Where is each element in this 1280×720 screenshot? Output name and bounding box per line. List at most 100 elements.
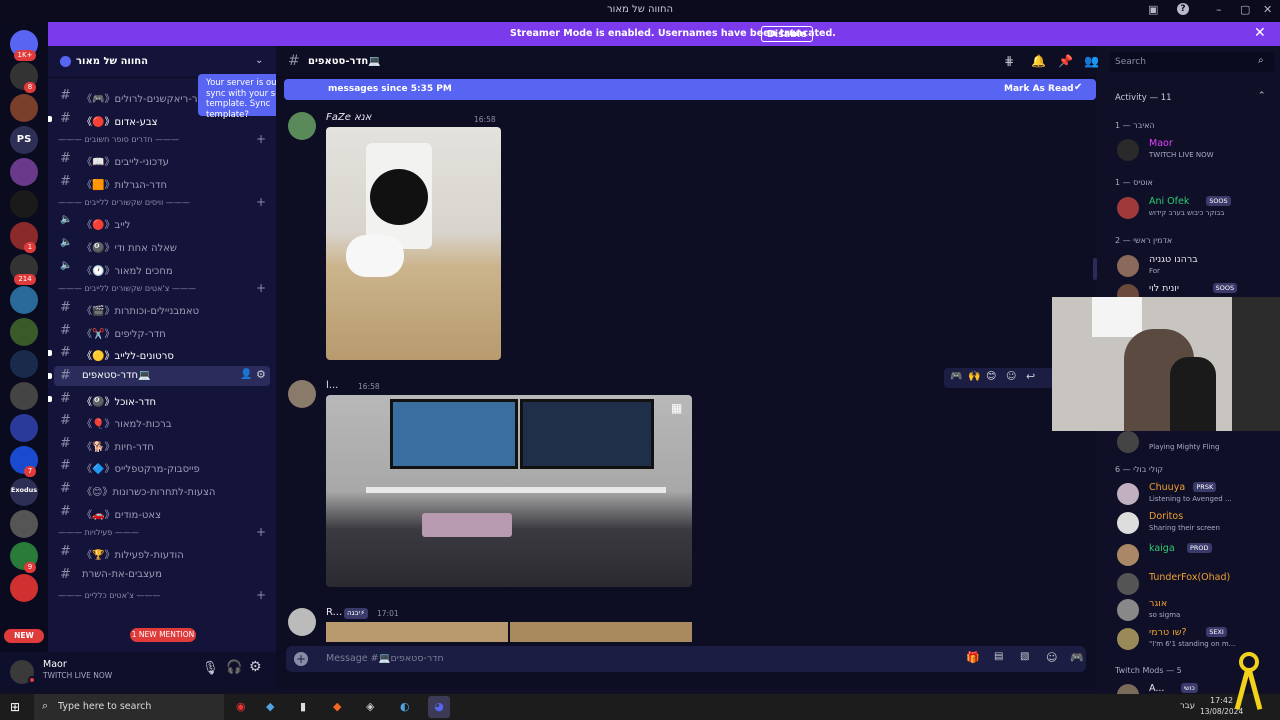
app-icon[interactable]: ◐ [400,700,410,713]
message-avatar[interactable] [288,112,316,140]
channel-item[interactable]: 🔈 《🕐》מחכים למאור [54,258,270,278]
avatar[interactable] [1117,483,1139,505]
server-icon[interactable] [10,318,38,346]
member-item[interactable]: Ani Ofek SOOS בבוקר כיבוש בערב קידוש [1117,196,1277,220]
chevron-down-icon[interactable]: ⌄ [255,55,263,66]
server-icon[interactable] [10,158,38,186]
member-item[interactable]: Chuuya PRSK Listening to Avenged ... [1117,482,1277,506]
app-icon[interactable]: ◆ [266,700,274,713]
channel-item[interactable]: # 《🚗》צאט-מודים [54,502,270,522]
avatar[interactable] [1117,139,1139,161]
reaction-icon[interactable]: 😊 [986,371,996,382]
invite-icon[interactable]: 👤 [240,369,252,380]
channel-item[interactable]: # 《✂️》חדר-קליפים [54,321,270,341]
bell-icon[interactable]: 🔔 [1031,54,1046,68]
pin-icon[interactable]: 📌 [1058,54,1073,68]
member-item[interactable]: kaiga PROD [1117,543,1277,567]
server-icon[interactable]: Exodus [10,478,38,506]
reply-icon[interactable]: ↩ [1026,370,1035,383]
headphones-icon[interactable]: 🎧 [226,660,242,675]
message-input[interactable]: Message #💻חדר-סטאפים [326,653,444,664]
avatar[interactable] [1117,512,1139,534]
server-icon[interactable] [10,414,38,442]
server-icon[interactable] [10,286,38,314]
add-attachment-icon[interactable]: + [294,652,308,666]
gif-icon[interactable]: ▤ [994,651,1003,662]
channel-item[interactable]: # 《🎬》טאמבניילים-וכותרות [54,298,270,318]
app-icon[interactable]: ▮ [300,700,306,713]
language-indicator[interactable]: עבר [1180,701,1195,711]
inbox-icon[interactable]: ▣ [1148,3,1158,16]
channel-item[interactable]: # 《🏆》הודעות-לפעילות [54,542,270,562]
channel-item[interactable]: 🔈 《🎱》שאלה אחת ודי [54,235,270,255]
emoji-icon[interactable]: ☺ [1046,651,1057,664]
channel-item[interactable]: # 《📖》עדכוני-לייבים [54,149,270,169]
channel-item[interactable]: # 《🟧》חדר-הגרלות [54,172,270,192]
category-header[interactable]: ——— צ'אטים כלליים ——— [58,591,160,600]
member-item[interactable]: שו טרמי? SEXI "I'm 6'1 standing on m... [1117,627,1277,651]
settings-gear-icon[interactable]: ⚙ [249,659,262,675]
add-channel-icon[interactable]: + [256,588,266,602]
message-author[interactable]: FaZe אנא [326,112,371,123]
avatar[interactable] [1117,599,1139,621]
member-item[interactable]: אוגר so sigma [1117,598,1277,622]
message-avatar[interactable] [288,380,316,408]
avatar[interactable] [1117,573,1139,595]
chat-scrollbar[interactable] [1093,258,1097,280]
add-channel-icon[interactable]: + [256,281,266,295]
channel-item[interactable]: # 《🔷》פייסבוק-מרקטפלייס [54,456,270,476]
channel-item[interactable]: # 《🐕》חדר-חיות [54,434,270,454]
message-author[interactable]: l... [326,380,338,391]
server-icon[interactable]: PS [10,126,38,154]
chevron-up-icon[interactable]: ⌃ [1258,91,1266,101]
unread-messages-bar[interactable]: messages since 5:35 PM Mark As Read ✔ [284,79,1096,100]
message-image[interactable] [510,622,692,642]
avatar[interactable] [1117,544,1139,566]
maximize-button[interactable]: ▢ [1240,3,1250,16]
channel-item[interactable]: # 《😊》הצעות-לתחרות-כשרונות [54,479,270,499]
minimize-button[interactable]: – [1216,3,1222,16]
server-icon[interactable] [10,382,38,410]
server-icon[interactable] [10,510,38,538]
add-reaction-icon[interactable]: ☺ [1006,371,1016,382]
server-icon[interactable] [10,574,38,602]
discord-taskbar-icon[interactable]: ◕ [428,696,450,718]
channel-item[interactable]: # 《🎱》חדר-אוכל [48,389,270,409]
disable-button[interactable]: Disable [761,26,813,42]
threads-icon[interactable]: ⋕ [1004,54,1014,68]
server-icon[interactable] [10,190,38,218]
avatar[interactable] [1117,255,1139,277]
member-item[interactable]: Playing Mighty Fling [1117,430,1277,454]
clock-time[interactable]: 17:42 [1210,696,1233,705]
app-icon[interactable]: ◈ [366,700,374,713]
search-box[interactable]: Search ⌕ [1110,52,1274,72]
message-composer[interactable]: + Message #💻חדר-סטאפים 🎁 ▤ ▧ ☺ 🎮 [286,646,1086,672]
mark-as-read-button[interactable]: Mark As Read [1004,84,1074,94]
new-mention-badge[interactable]: 1 NEW MENTION [130,628,196,642]
member-item[interactable]: ברהנו טגניה For [1117,254,1277,278]
message-avatar[interactable] [288,608,316,636]
search-input[interactable]: Search [1115,57,1146,67]
channel-item[interactable]: # 《🟡》סרטונים-ללייב [48,343,270,363]
microphone-icon[interactable]: 🎙 [202,661,219,676]
add-channel-icon[interactable]: + [256,525,266,539]
category-header[interactable]: ——— וויסים שקשורים ללייבים ——— [58,198,190,207]
server-icon[interactable] [10,94,38,122]
add-channel-icon[interactable]: + [256,132,266,146]
avatar[interactable] [1117,197,1139,219]
member-list-icon[interactable]: 👥 [1084,54,1099,68]
category-header[interactable]: ——— צ'אטים שקשורים ללייבים ——— [58,284,196,293]
game-controller-icon[interactable]: 🎮 [1070,651,1084,664]
app-icon[interactable]: ◉ [236,700,246,713]
browser-icon[interactable]: ◆ [333,700,341,713]
mark-read-icon[interactable]: ✔ [1074,82,1082,93]
member-item[interactable]: Doritos Sharing their screen [1117,511,1277,535]
server-icon[interactable] [10,350,38,378]
reaction-icon[interactable]: 🙌 [968,371,980,382]
channel-item[interactable]: 🔈 《🔴》לייב [54,212,270,232]
channel-settings-icon[interactable]: ⚙ [256,368,266,381]
message-image[interactable]: ▦ [326,395,692,587]
reaction-icon[interactable]: 🎮 [950,371,962,382]
avatar[interactable] [1117,628,1139,650]
close-window-button[interactable]: ✕ [1263,3,1272,16]
